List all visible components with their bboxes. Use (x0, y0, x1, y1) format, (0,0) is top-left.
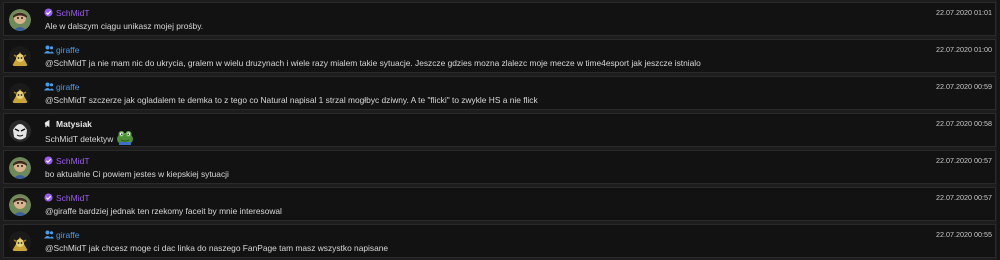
message-author[interactable]: SchMidT (56, 8, 90, 18)
message-timestamp: 22.07.2020 01:00 (936, 45, 992, 54)
verified-badge-icon (44, 193, 53, 202)
message-text: @SchMidT ja nie mam nic do ukrycia, gral… (45, 58, 701, 68)
message-text: SchMidT detektyw (45, 131, 134, 146)
message-author[interactable]: Matysiak (56, 119, 92, 129)
chat-message: SchMidT bo aktualnie Ci powiem jestes w … (3, 150, 996, 184)
schmidt-avatar[interactable] (9, 9, 31, 31)
message-text: bo aktualnie Ci powiem jestes w kiepskie… (45, 169, 229, 179)
message-timestamp: 22.07.2020 00:55 (936, 230, 992, 239)
giraffe-avatar[interactable] (9, 231, 31, 253)
message-text-content: SchMidT detektyw (45, 134, 114, 144)
chat-message: SchMidT Ale w dalszym ciągu unikasz moje… (3, 2, 996, 36)
message-timestamp: 22.07.2020 01:01 (936, 8, 992, 17)
chat-panel: SchMidT Ale w dalszym ciągu unikasz moje… (0, 0, 1000, 260)
verified-badge-icon (44, 156, 53, 165)
user-group-icon (44, 230, 54, 239)
schmidt-avatar[interactable] (9, 194, 31, 216)
giraffe-avatar[interactable] (9, 83, 31, 105)
message-timestamp: 22.07.2020 00:59 (936, 82, 992, 91)
chat-message: SchMidT @giraffe bardziej jednak ten rze… (3, 187, 996, 221)
verified-badge-icon (44, 8, 53, 17)
message-timestamp: 22.07.2020 00:58 (936, 119, 992, 128)
message-text: @giraffe bardziej jednak ten rzekomy fac… (45, 206, 282, 216)
megaphone-icon (44, 119, 53, 128)
frog-emote-icon (116, 128, 134, 146)
message-author[interactable]: giraffe (56, 230, 79, 240)
chat-message: giraffe @SchMidT ja nie mam nic do ukryc… (3, 39, 996, 73)
schmidt-avatar[interactable] (9, 157, 31, 179)
message-timestamp: 22.07.2020 00:57 (936, 193, 992, 202)
message-text: @SchMidT jak chcesz moge ci dac linka do… (45, 243, 389, 253)
message-author[interactable]: SchMidT (56, 193, 90, 203)
message-text: Ale w dalszym ciągu unikasz mojej prośby… (45, 21, 204, 31)
message-author[interactable]: giraffe (56, 82, 79, 92)
message-author[interactable]: giraffe (56, 45, 79, 55)
message-author[interactable]: SchMidT (56, 156, 90, 166)
giraffe-avatar[interactable] (9, 46, 31, 68)
user-group-icon (44, 45, 54, 54)
message-text: @SchMidT szczerze jak ogladalem te demka… (45, 95, 538, 105)
user-group-icon (44, 82, 54, 91)
message-timestamp: 22.07.2020 00:57 (936, 156, 992, 165)
chat-message: giraffe @SchMidT szczerze jak ogladalem … (3, 76, 996, 110)
chat-message: giraffe @SchMidT jak chcesz moge ci dac … (3, 224, 996, 258)
chat-message: Matysiak SchMidT detektyw 22.07.2020 00:… (3, 113, 996, 147)
matysiak-avatar[interactable] (9, 120, 31, 142)
